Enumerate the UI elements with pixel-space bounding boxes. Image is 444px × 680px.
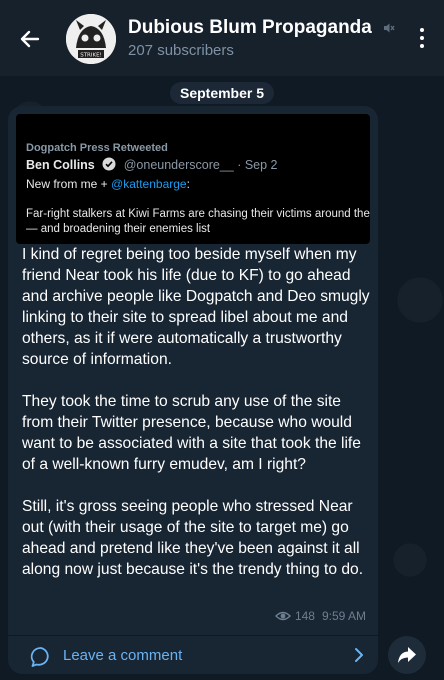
verified-badge-icon	[102, 157, 116, 171]
message-bubble[interactable]: Dogpatch Press Retweeted Ben Collins @on…	[8, 106, 378, 674]
channel-avatar[interactable]: STRIKE!	[66, 14, 116, 64]
chat-header: STRIKE! Dubious Blum Propaganda 207 subs…	[0, 0, 444, 76]
tweet-text-line-2: Far-right stalkers at Kiwi Farms are cha…	[26, 208, 370, 220]
avatar-caption: STRIKE!	[80, 53, 102, 59]
share-arrow-icon	[398, 647, 416, 663]
avatar-image: STRIKE!	[66, 14, 116, 64]
back-button[interactable]	[18, 27, 42, 51]
tweet-author-row: Ben Collins @oneunderscore__ · Sep 2	[26, 157, 278, 172]
view-count: 148	[294, 609, 315, 623]
message-paragraph: They took the time to scrub any use of t…	[22, 393, 361, 473]
channel-title: Dubious Blum Propaganda	[128, 17, 395, 39]
more-menu-button[interactable]	[418, 28, 426, 50]
message-time: 9:59 AM	[321, 609, 366, 623]
message-paragraph: I kind of regret being too beside myself…	[22, 246, 370, 368]
tweet-text-line-3: — and broadening their enemies list	[26, 223, 211, 235]
message-text: I kind of regret being too beside myself…	[22, 244, 374, 601]
tweet-retweeted-label: Dogpatch Press Retweeted	[26, 142, 168, 154]
tweet-handle-time: @oneunderscore__ · Sep 2	[123, 158, 278, 172]
tweet-author-name: Ben Collins	[26, 158, 95, 172]
channel-title-text: Dubious Blum Propaganda	[128, 17, 372, 38]
tweet-mention: @kattenbarge	[111, 177, 187, 191]
header-title-block[interactable]: Dubious Blum Propaganda 207 subscribers	[128, 17, 395, 61]
date-separator: September 5	[169, 82, 275, 104]
message-paragraph: Still, it's gross seeing people who stre…	[22, 498, 364, 578]
leave-comment-button[interactable]: Leave a comment	[8, 636, 378, 674]
chevron-right-icon	[355, 648, 363, 662]
back-arrow-icon	[20, 30, 40, 48]
leave-comment-label: Leave a comment	[63, 647, 183, 664]
tweet-screenshot-image[interactable]: Dogpatch Press Retweeted Ben Collins @on…	[16, 114, 370, 244]
muted-speaker-icon	[384, 23, 395, 33]
eye-icon	[274, 611, 291, 621]
tweet-text-line-1: New from me + @kattenbarge:	[26, 177, 190, 191]
tweet-line1-prefix: New from me +	[26, 177, 112, 191]
more-vertical-icon	[418, 28, 426, 48]
share-button[interactable]	[388, 636, 426, 674]
message-meta: 148 9:59 AM	[274, 609, 366, 623]
comment-bubble-icon	[30, 647, 49, 667]
subscriber-count: 207 subscribers	[128, 42, 234, 59]
tweet-line1-suffix: :	[186, 177, 190, 191]
